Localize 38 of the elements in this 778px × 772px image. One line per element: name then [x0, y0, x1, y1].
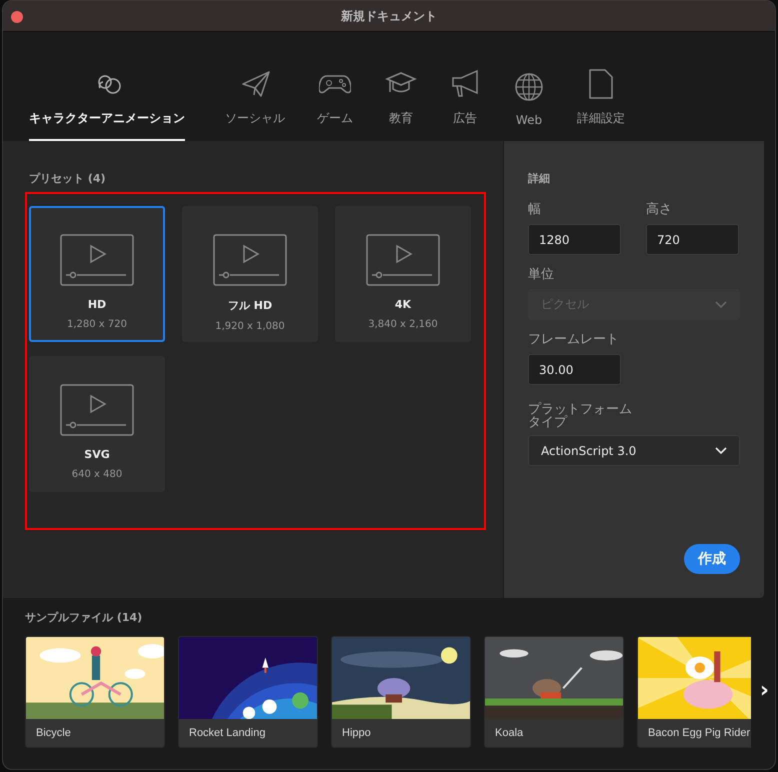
- preset-card[interactable]: フル HD 1,920 x 1,080: [182, 206, 318, 342]
- frame-rate-field[interactable]: 30.00: [528, 354, 621, 385]
- video-icon: [213, 234, 287, 286]
- window-title: 新規ドキュメント: [341, 8, 437, 24]
- section-title: 詳細: [528, 171, 551, 186]
- chevron-icon: [715, 300, 727, 308]
- category-tab[interactable]: ソーシャル: [209, 68, 301, 141]
- category-tab[interactable]: 広告: [433, 68, 497, 141]
- video-icon: [60, 384, 134, 436]
- globe-icon: [513, 71, 545, 103]
- video-icon: [60, 234, 134, 286]
- height-field[interactable]: 720: [646, 224, 739, 255]
- field-label: 幅: [528, 201, 542, 218]
- video-icon: [366, 234, 440, 286]
- category-tab[interactable]: 教育: [369, 68, 433, 141]
- preset-card[interactable]: 4K 3,840 x 2,160: [335, 206, 471, 342]
- category-tab[interactable]: Web: [497, 71, 561, 141]
- field-label: 高さ: [646, 201, 673, 218]
- category-tab[interactable]: ゲーム: [301, 68, 369, 141]
- preset-card[interactable]: HD 1,280 x 720: [29, 206, 165, 342]
- close-button[interactable]: [11, 11, 23, 23]
- sample-card[interactable]: Bicycle: [25, 636, 165, 748]
- platform-dropdown[interactable]: ActionScript 3.0: [528, 435, 740, 466]
- sample-card[interactable]: Hippo: [331, 636, 471, 748]
- chevron-icon: [715, 446, 727, 454]
- next-button[interactable]: ›: [760, 678, 769, 703]
- field-label: フレームレート: [528, 331, 620, 348]
- sample-card[interactable]: Bacon Egg Pig Rider: [637, 636, 751, 748]
- field-label: 単位: [528, 266, 555, 283]
- create-button[interactable]: 作成: [684, 544, 740, 574]
- field-label: プラットフォームタイプ: [528, 403, 633, 429]
- section-title: サンプルファイル (14): [25, 610, 144, 625]
- sample-card[interactable]: Koala: [484, 636, 624, 748]
- sample-card[interactable]: Rocket Landing: [178, 636, 318, 748]
- preset-card[interactable]: SVG 640 x 480: [29, 356, 165, 492]
- section-title: プリセット (4): [29, 171, 107, 186]
- width-field[interactable]: 1280: [528, 224, 621, 255]
- category-tab[interactable]: 詳細設定: [561, 68, 641, 141]
